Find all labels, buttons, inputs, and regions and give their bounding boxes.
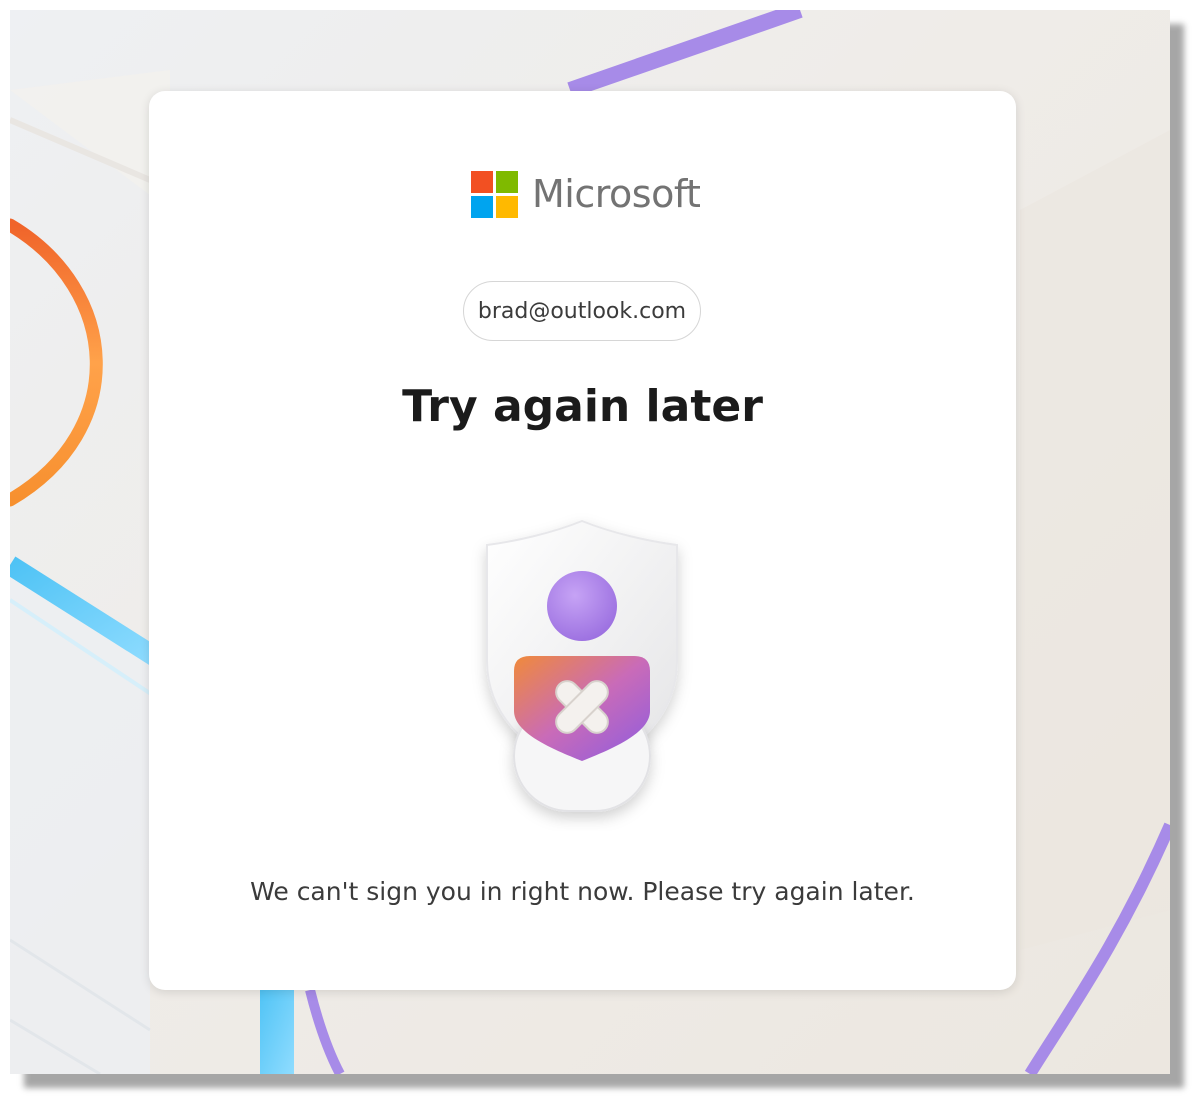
identity-email-pill[interactable]: brad@outlook.com	[463, 281, 701, 341]
logo-square-green	[496, 170, 518, 193]
logo-square-yellow	[496, 195, 518, 218]
shield-user-error-icon	[452, 511, 712, 831]
sign-in-window: Microsoft brad@outlook.com Try again lat…	[10, 10, 1170, 1074]
error-message: We can't sign you in right now. Please t…	[250, 877, 915, 906]
microsoft-logo: Microsoft	[471, 170, 701, 218]
brand-name: Microsoft	[532, 172, 701, 216]
logo-square-blue	[471, 195, 493, 218]
microsoft-logo-icon	[471, 170, 518, 218]
page-title: Try again later	[402, 381, 763, 432]
logo-square-red	[471, 170, 493, 193]
sign-in-card: Microsoft brad@outlook.com Try again lat…	[149, 91, 1016, 990]
